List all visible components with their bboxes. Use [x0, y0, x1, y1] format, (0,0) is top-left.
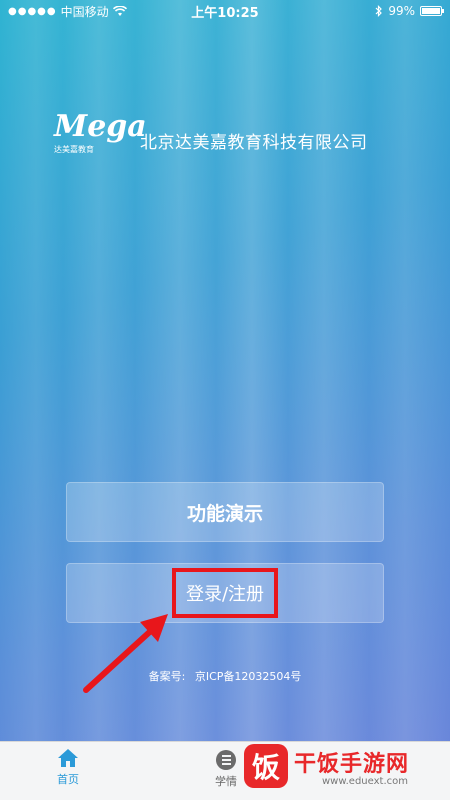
watermark-name: 干饭手游网 [294, 752, 410, 777]
tab-home-label: 首页 [57, 773, 79, 786]
tab-study-label: 学情 [215, 775, 237, 788]
watermark: 饭 干饭手游网 www.eduext.com [244, 742, 444, 796]
red-arrow-icon [83, 614, 168, 693]
battery-percent: 99% [388, 4, 415, 18]
icp-label: 备案号: [148, 670, 186, 683]
status-right: 99% [375, 4, 444, 18]
watermark-logo-icon: 饭 [244, 744, 288, 788]
home-icon [58, 749, 78, 767]
logo-subtext: 达美嘉教育 [54, 145, 94, 154]
logo-text: Mega [54, 109, 147, 144]
tab-home[interactable]: 首页 [38, 748, 98, 787]
list-icon [216, 750, 236, 770]
demo-button[interactable]: 功能演示 [66, 482, 384, 542]
status-bar: ●●●●● 中国移动 上午10:25 99% [0, 0, 450, 22]
app-screen: ●●●●● 中国移动 上午10:25 99% Mega 达美嘉教育 北京达美嘉教… [0, 0, 450, 800]
watermark-url: www.eduext.com [322, 776, 408, 787]
login-register-label: 登录/注册 [171, 568, 279, 618]
icp-record: 备案号: 京ICP备12032504号 [0, 668, 450, 684]
icp-number: 京ICP备12032504号 [194, 670, 302, 683]
company-name: 北京达美嘉教育科技有限公司 [140, 132, 368, 153]
bluetooth-icon [375, 5, 383, 17]
battery-icon [420, 6, 444, 16]
brand-header: Mega 达美嘉教育 北京达美嘉教育科技有限公司 [54, 112, 368, 168]
mega-logo: Mega 达美嘉教育 [54, 109, 147, 168]
tab-bar: 首页 学情 饭 干饭手游网 www.eduext.com [0, 741, 450, 800]
battery-fill [422, 8, 440, 14]
